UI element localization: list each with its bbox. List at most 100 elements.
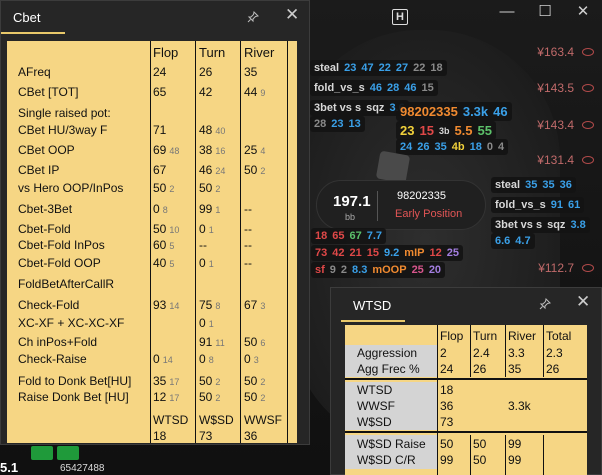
sample-size: 8 bbox=[208, 355, 214, 365]
action-button[interactable] bbox=[57, 446, 79, 460]
river-value-cell: 50 2 bbox=[244, 374, 265, 388]
river-value: 0 bbox=[244, 352, 251, 366]
sample-size: 17 bbox=[169, 377, 180, 387]
hud-row[interactable]: steal 23 47 22 27 22 18 bbox=[310, 60, 447, 76]
turn-value-cell: 01 bbox=[199, 222, 214, 236]
row-label: Cbet-Fold OOP bbox=[18, 256, 101, 270]
hud-row[interactable]: 73 42 21 15 9.2 mIP 12 25 bbox=[311, 245, 463, 261]
flop-value-cell: 50 2 bbox=[153, 181, 174, 195]
app-logo-icon[interactable]: H bbox=[392, 9, 408, 25]
stat-row[interactable]: CBet IP 67 46 24 50 2 bbox=[7, 163, 297, 179]
turn-value-cell: 26 bbox=[199, 65, 215, 79]
pin-icon[interactable] bbox=[539, 298, 551, 310]
seat-divider bbox=[377, 191, 378, 221]
hud-row[interactable]: 28 23 13 bbox=[310, 116, 365, 132]
hud-row[interactable]: sf 9 2 8.3 mOOP 25 20 bbox=[311, 262, 446, 278]
hero-stack: 197.1 bbox=[333, 193, 371, 210]
eye-icon[interactable] bbox=[582, 264, 594, 272]
river-value-cell bbox=[244, 123, 247, 137]
hud-stat: 25 bbox=[446, 247, 459, 259]
hud-player-name: 98202335 bbox=[400, 104, 458, 119]
column-header-river: River bbox=[508, 329, 537, 343]
hud-stat: 13 bbox=[348, 118, 361, 130]
hero-seat[interactable]: 197.1 bb 98202335 Early Position bbox=[316, 180, 486, 230]
stat-row[interactable]: Fold to Donk Bet[HU] 35 17 50 2 50 2 bbox=[7, 374, 297, 390]
row-label: Aggression bbox=[357, 346, 418, 360]
stat-row[interactable]: Check-Raise 0 14 0 8 0 3 bbox=[7, 352, 297, 368]
column-divider bbox=[505, 325, 506, 377]
stat-row[interactable]: Cbet-3Bet 0 8 99 1 -- bbox=[7, 202, 297, 218]
flop-value: 0 bbox=[153, 202, 160, 216]
hud-row[interactable]: 24 26 35 4b 18 0 4 bbox=[396, 139, 509, 155]
flop-value-cell bbox=[153, 277, 156, 291]
hud-stat: 4 bbox=[497, 141, 505, 153]
sample-size: 5 bbox=[169, 259, 175, 269]
row-label: WWSF bbox=[357, 399, 395, 413]
stat-row[interactable]: FoldBetAfterCallR bbox=[7, 277, 297, 293]
stat-value: 26 bbox=[473, 362, 487, 376]
eye-icon[interactable] bbox=[582, 121, 594, 129]
wtsd-panel-header[interactable]: WTSD ✕ bbox=[331, 288, 601, 322]
stat-row[interactable]: AFreq 24 26 35 bbox=[7, 65, 297, 81]
hud-row[interactable]: 23 15 3b 5.5 55 bbox=[396, 121, 496, 140]
turn-value: 99 bbox=[199, 202, 213, 216]
row-label: CBet HU/3way F bbox=[18, 123, 108, 137]
hud-row[interactable]: 6.6 4.7 bbox=[491, 233, 535, 249]
stat-row[interactable]: Cbet-Fold 50 10 0 1 -- bbox=[7, 222, 297, 238]
hud-row[interactable]: 3bet vs s sqz 3.6 bbox=[310, 100, 409, 116]
hud-stat: 4b bbox=[451, 141, 465, 153]
wtsd-stats-table: Flop Turn River Total Aggression 2 2.4 3… bbox=[345, 325, 587, 475]
footer-value: 36 bbox=[244, 429, 258, 443]
turn-value: 0 bbox=[199, 222, 206, 236]
close-icon[interactable]: ✕ bbox=[576, 293, 590, 310]
hud-row[interactable]: 18 65 67 7.7 bbox=[311, 228, 387, 244]
flop-value-cell bbox=[153, 335, 156, 349]
window-close-icon[interactable]: ✕ bbox=[564, 2, 602, 20]
stat-row[interactable]: vs Hero OOP/InPos 50 2 50 2 bbox=[7, 181, 297, 197]
river-value-cell bbox=[244, 181, 247, 195]
column-header-river: River bbox=[244, 45, 275, 60]
flop-value-cell: 12 17 bbox=[153, 390, 179, 404]
cbet-panel-header[interactable]: Cbet ✕ bbox=[0, 1, 309, 35]
hud-row[interactable]: 3bet vs s sqz 3.8 bbox=[491, 217, 590, 233]
hud-row[interactable]: 98202335 3.3k 46 bbox=[396, 102, 512, 121]
hud-stat: 35 bbox=[542, 179, 555, 191]
close-icon[interactable]: ✕ bbox=[285, 6, 299, 23]
hud-row[interactable]: fold_vs_s 46 28 46 15 bbox=[310, 80, 438, 96]
stat-row[interactable]: Ch inPos+Fold 91 11 50 6 bbox=[7, 335, 297, 351]
pin-icon[interactable] bbox=[247, 11, 259, 23]
flop-value: 35 bbox=[153, 374, 167, 388]
river-value-cell: -- bbox=[244, 256, 255, 270]
river-value-cell: 50 6 bbox=[244, 335, 265, 349]
hud-stat: 35 bbox=[525, 179, 538, 191]
row-label: XC-XF + XC-XC-XF bbox=[18, 316, 125, 330]
hud-stat: 67 bbox=[349, 230, 362, 242]
minimize-icon[interactable]: — bbox=[488, 3, 526, 20]
turn-value: 75 bbox=[199, 298, 213, 312]
eye-icon[interactable] bbox=[582, 156, 594, 164]
stat-row[interactable]: Raise Donk Bet [HU] 12 17 50 2 50 2 bbox=[7, 390, 297, 406]
maximize-icon[interactable]: ☐ bbox=[526, 2, 564, 20]
stat-value: 50 bbox=[473, 453, 487, 467]
stat-row[interactable]: XC-XF + XC-XC-XF 0 1 bbox=[7, 316, 297, 332]
hud-stat: 61 bbox=[568, 199, 581, 211]
stat-row[interactable]: CBet [TOT] 65 42 44 9 bbox=[7, 85, 297, 101]
flop-value-cell: 0 14 bbox=[153, 352, 173, 366]
stat-row[interactable]: Single raised pot: bbox=[7, 106, 297, 122]
stat-row[interactable]: CBet OOP 69 48 38 16 25 4 bbox=[7, 143, 297, 159]
hud-row[interactable]: steal 35 35 36 bbox=[491, 177, 576, 193]
hud-stat: 18 bbox=[315, 230, 328, 242]
stat-row[interactable]: Cbet-Fold InPos 60 5 -- -- bbox=[7, 238, 297, 254]
hud-row[interactable]: fold_vs_s 91 61 bbox=[491, 197, 585, 213]
stat-row[interactable]: Cbet-Fold OOP 40 5 0 1 -- bbox=[7, 256, 297, 272]
flop-value-cell: 67 bbox=[153, 163, 169, 177]
eye-icon[interactable] bbox=[582, 84, 594, 92]
stat-row[interactable]: Check-Fold 93 14 75 8 67 3 bbox=[7, 298, 297, 314]
stat-row[interactable]: CBet HU/3way F 71 48 40 bbox=[7, 123, 297, 139]
sample-size: 1 bbox=[208, 259, 214, 269]
hud-stat: 3bet vs s bbox=[314, 102, 362, 114]
eye-icon[interactable] bbox=[582, 48, 594, 56]
action-button[interactable] bbox=[31, 446, 53, 460]
sample-size: 3 bbox=[260, 301, 266, 311]
turn-value-cell: 48 40 bbox=[199, 123, 225, 137]
